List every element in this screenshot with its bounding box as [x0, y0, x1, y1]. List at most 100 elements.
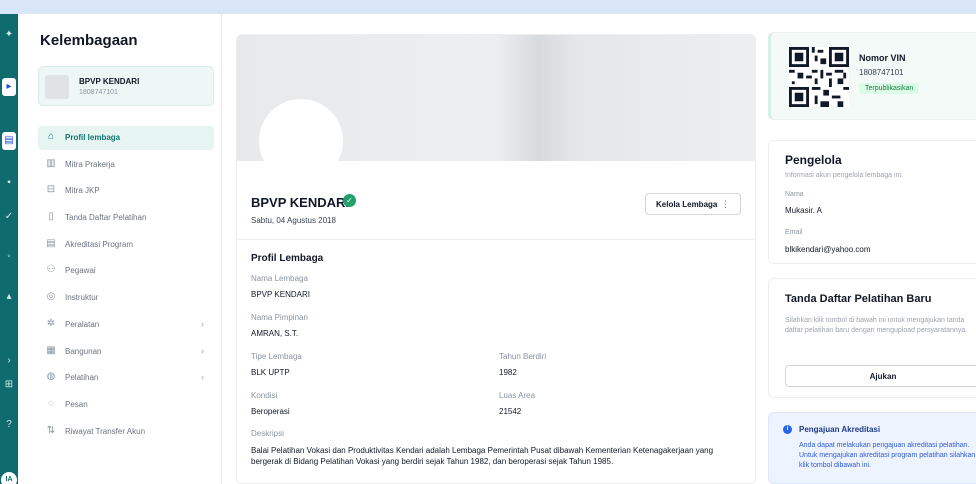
file-text-icon: ▤	[46, 237, 56, 249]
help-icon[interactable]: ?	[2, 418, 16, 432]
pengelola-nama-label: Nama	[785, 191, 804, 198]
section-title: Profil Lembaga	[251, 253, 324, 264]
sidebar-item-pesan[interactable]: ◌ Pesan	[38, 393, 214, 417]
ajukan-label: Ajukan	[869, 372, 897, 381]
sidebar: Kelembagaan BPVP KENDARI 1808747101 ⌂ Pr…	[18, 14, 222, 484]
chevron-right-icon: ›	[201, 345, 204, 356]
sidebar-item-label: Mitra JKP	[65, 186, 100, 196]
org-thumbnail	[45, 75, 69, 99]
app-logo-icon[interactable]: ✦	[2, 28, 16, 42]
instructor-icon: ◎	[46, 291, 56, 303]
org-title: BPVP KENDARI	[251, 195, 350, 210]
field-label-tipe-lembaga: Tipe Lembaga	[251, 352, 302, 361]
sidebar-item-akreditasi-program[interactable]: ▤ Akreditasi Program	[38, 233, 214, 257]
sidebar-item-pegawai[interactable]: ⚇ Pegawai	[38, 259, 214, 283]
field-label-nama-lembaga: Nama Lembaga	[251, 274, 308, 283]
chevron-right-icon: ›	[201, 318, 204, 329]
tanda-daftar-pelatihan-card: Tanda Daftar Pelatihan Baru Silahkan kli…	[768, 278, 976, 398]
sidebar-item-label: Instruktur	[65, 293, 99, 303]
sidebar-item-label: Pesan	[65, 399, 88, 409]
pengelola-subtitle: Informasi akun pengelola lembaga ini.	[785, 172, 903, 179]
vin-card: Nomor VIN 1808747101 Terpublikasikan	[768, 32, 976, 120]
verified-check-icon: ✓	[343, 194, 356, 207]
qr-code-icon	[789, 47, 849, 107]
users-icon: ⚇	[46, 264, 56, 276]
document-icon: ▯	[48, 211, 54, 223]
vin-label: Nomor VIN	[859, 53, 906, 63]
sidebar-item-tanda-daftar-pelatihan[interactable]: ▯ Tanda Daftar Pelatihan	[38, 206, 214, 230]
org-card[interactable]: BPVP KENDARI 1808747101	[38, 66, 214, 106]
kelola-lembaga-label: Kelola Lembaga	[656, 200, 718, 209]
field-value-tipe-lembaga: BLK UPTP	[251, 368, 290, 377]
tdp-title: Tanda Daftar Pelatihan Baru	[785, 293, 932, 305]
org-date: Sabtu, 04 Agustus 2018	[251, 216, 336, 225]
pengelola-title: Pengelola	[785, 153, 842, 167]
sidebar-item-label: Riwayat Transfer Akun	[65, 426, 146, 436]
field-label-tahun-berdiri: Tahun Berdiri	[499, 352, 547, 361]
org-card-name: BPVP KENDARI	[79, 77, 140, 86]
sidebar-item-pelatihan[interactable]: ◍ Pelatihan ›	[38, 366, 214, 390]
pengelola-email-value: blkikendari@yahoo.com	[785, 245, 871, 254]
pengelola-card: Pengelola Informasi akun pengelola lemba…	[768, 140, 976, 264]
profil-lembaga-section: Profil Lembaga Nama Lembaga BPVP KENDARI…	[243, 239, 751, 483]
grid-icon[interactable]: ▪	[2, 176, 16, 190]
sidebar-item-mitra-prakerja[interactable]: ▥ Mitra Prakerja	[38, 153, 214, 177]
app-rail: ✦ ▸ ▤ ▪ ✓ ◦ ▴ › ⊞ ? IA	[0, 14, 18, 484]
info-icon: i	[783, 425, 792, 434]
institution-icon[interactable]: ▤	[2, 132, 16, 150]
more-vertical-icon[interactable]: ⋮	[721, 199, 730, 210]
sidebar-item-instruktur[interactable]: ◎ Instruktur	[38, 286, 214, 310]
inbox-icon: ⊟	[46, 184, 56, 196]
ajukan-button[interactable]: Ajukan	[785, 365, 976, 387]
field-label-deskripsi: Deskripsi	[251, 429, 284, 438]
chart-icon[interactable]: ▴	[2, 290, 16, 304]
field-value-nama-pimpinan: AMRAN, S.T.	[251, 329, 299, 338]
sidebar-item-label: Pelatihan	[65, 373, 99, 383]
building-icon: ▦	[46, 344, 56, 356]
tools-icon: ✲	[46, 317, 56, 329]
sidebar-menu: ⌂ Profil lembaga ▥ Mitra Prakerja ⊟ Mitr…	[38, 126, 214, 446]
field-label-luas-area: Luas Area	[499, 391, 536, 400]
sidebar-title: Kelembagaan	[40, 32, 138, 49]
field-value-luas-area: 21542	[499, 407, 522, 416]
chat-icon: ◌	[48, 397, 54, 409]
sidebar-item-mitra-jkp[interactable]: ⊟ Mitra JKP	[38, 179, 214, 203]
field-value-tahun-berdiri: 1982	[499, 368, 517, 377]
building-icon: ▥	[46, 157, 56, 169]
kelola-lembaga-button[interactable]: Kelola Lembaga ⋮	[645, 193, 741, 215]
bell-icon[interactable]: ◦	[2, 250, 16, 264]
field-value-nama-lembaga: BPVP KENDARI	[251, 290, 310, 299]
sidebar-item-label: Mitra Prakerja	[65, 159, 115, 169]
sidebar-item-peralatan[interactable]: ✲ Peralatan ›	[38, 313, 214, 337]
sidebar-item-label: Profil lembaga	[65, 133, 121, 142]
akreditasi-title: Pengajuan Akreditasi	[799, 425, 881, 434]
sidebar-item-label: Akreditasi Program	[65, 239, 134, 249]
check-icon[interactable]: ✓	[2, 210, 16, 224]
vin-number: 1808747101	[859, 68, 904, 77]
transfer-icon: ⇅	[46, 424, 56, 436]
field-label-kondisi: Kondisi	[251, 391, 278, 400]
sidebar-item-bangunan[interactable]: ▦ Bangunan ›	[38, 340, 214, 364]
tdp-description: Silahkan klik tombol di bawah ini untuk …	[785, 317, 968, 334]
user-avatar[interactable]: IA	[1, 472, 17, 484]
org-card-id: 1808747101	[79, 89, 118, 96]
pengajuan-akreditasi-card: i Pengajuan Akreditasi Anda dapat melaku…	[768, 412, 976, 484]
apps-icon[interactable]: ⊞	[2, 378, 16, 392]
sidebar-item-label: Tanda Daftar Pelatihan	[65, 213, 147, 223]
org-logo	[259, 99, 343, 183]
globe-icon: ◍	[46, 371, 56, 383]
field-label-nama-pimpinan: Nama Pimpinan	[251, 313, 308, 322]
sidebar-item-label: Peralatan	[65, 319, 100, 329]
chevron-right-icon: ›	[201, 372, 204, 383]
pengelola-email-label: Email	[785, 229, 803, 236]
status-badge: Terpublikasikan	[859, 83, 920, 94]
akreditasi-description: Anda dapat melakukan pengajuan akreditas…	[799, 442, 976, 469]
sidebar-item-label: Pegawai	[65, 266, 96, 276]
home-icon: ⌂	[47, 131, 55, 142]
field-value-deskripsi: Balai Pelatihan Vokasi dan Produktivitas…	[251, 446, 714, 466]
main-panel: BPVP KENDARI ✓ Sabtu, 04 Agustus 2018 Ke…	[236, 34, 756, 484]
arrow-icon[interactable]: ›	[2, 354, 16, 368]
sidebar-item-profil-lembaga[interactable]: ⌂ Profil lembaga	[38, 126, 214, 150]
sidebar-item-riwayat-transfer-akun[interactable]: ⇅ Riwayat Transfer Akun	[38, 420, 214, 444]
play-icon[interactable]: ▸	[2, 78, 16, 96]
